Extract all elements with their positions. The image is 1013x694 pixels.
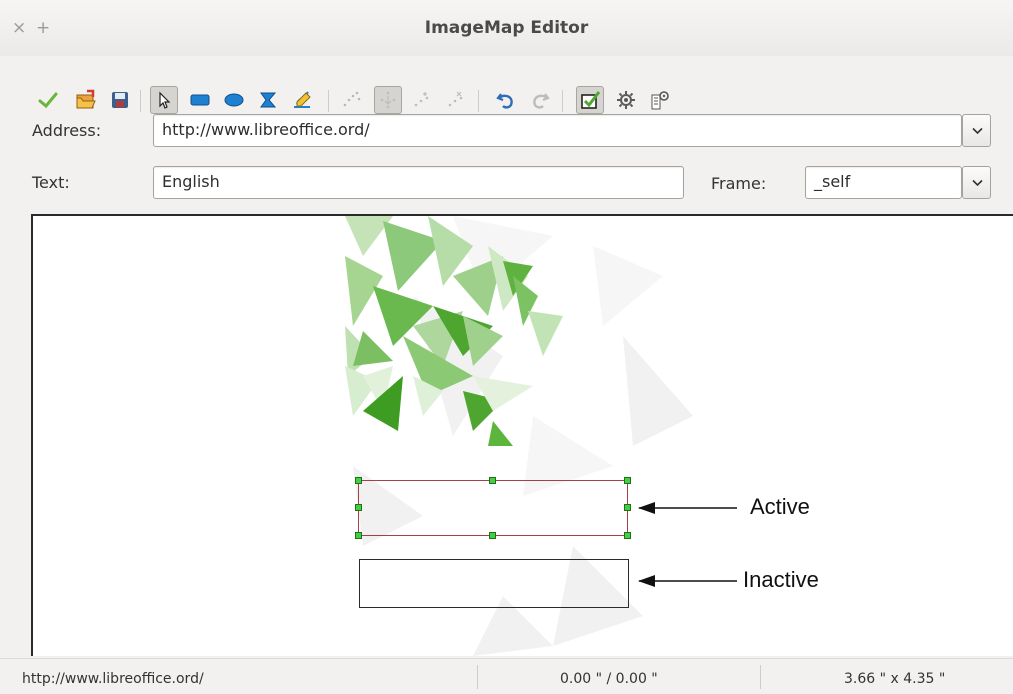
- edit-points-icon: [343, 91, 361, 107]
- resize-handle[interactable]: [489, 532, 496, 539]
- toolbar-separator: [562, 90, 563, 112]
- insert-points-button[interactable]: [408, 86, 436, 114]
- frame-field[interactable]: _self: [805, 166, 962, 199]
- apply-button[interactable]: [34, 86, 62, 114]
- status-url: http://www.libreoffice.ord/: [22, 671, 204, 687]
- status-bar: http://www.libreoffice.ord/ 0.00 " / 0.0…: [0, 658, 1013, 694]
- resize-handle[interactable]: [489, 477, 496, 484]
- frame-dropdown-button[interactable]: [962, 166, 991, 199]
- ellipse-icon: [224, 93, 244, 107]
- resize-handle[interactable]: [355, 504, 362, 511]
- undo-button[interactable]: [492, 86, 520, 114]
- toolbar-separator: [140, 90, 141, 112]
- freeform-polygon-button[interactable]: [288, 86, 316, 114]
- address-dropdown-button[interactable]: [962, 114, 991, 147]
- active-annotation: Active: [750, 494, 810, 519]
- window-title: ImageMap Editor: [424, 18, 589, 38]
- properties-button[interactable]: [646, 86, 674, 114]
- resize-handle[interactable]: [624, 532, 631, 539]
- macro-icon: [617, 91, 635, 109]
- status-size: 3.66 " x 4.35 ": [844, 671, 946, 687]
- delete-points-button[interactable]: [442, 86, 470, 114]
- chevron-down-icon: [972, 127, 983, 135]
- redo-button[interactable]: [526, 86, 554, 114]
- text-label: Text:: [32, 173, 70, 192]
- resize-handle[interactable]: [355, 532, 362, 539]
- save-icon: [112, 92, 128, 108]
- inactive-annotation: Inactive: [743, 567, 819, 592]
- ellipse-button[interactable]: [220, 86, 248, 114]
- move-points-icon: [380, 91, 396, 109]
- rectangle-button[interactable]: [186, 86, 214, 114]
- resize-handle[interactable]: [624, 504, 631, 511]
- annotation-arrows: [638, 502, 737, 587]
- polygon-icon: [260, 92, 277, 108]
- address-field[interactable]: http://www.libreoffice.ord/: [153, 114, 962, 147]
- toolbar-separator: [328, 90, 329, 112]
- delete-points-icon: [448, 91, 463, 107]
- select-icon: [159, 91, 171, 109]
- active-button[interactable]: [576, 86, 604, 114]
- address-label: Address:: [32, 121, 102, 140]
- title-bar: × + ImageMap Editor: [0, 0, 1013, 56]
- move-points-button[interactable]: [374, 86, 402, 114]
- apply-icon: [38, 92, 58, 109]
- undo-icon: [496, 93, 513, 109]
- status-divider: [477, 665, 478, 689]
- rectangle-icon: [190, 94, 210, 106]
- text-field[interactable]: English: [153, 166, 684, 199]
- redo-icon: [533, 93, 550, 109]
- insert-points-icon: [414, 92, 429, 107]
- image-canvas[interactable]: Active Inactive: [31, 214, 1013, 656]
- status-divider: [760, 665, 761, 689]
- resize-handle[interactable]: [624, 477, 631, 484]
- polygon-button[interactable]: [254, 86, 282, 114]
- freeform-polygon-icon: [294, 91, 311, 108]
- properties-icon: [651, 91, 669, 110]
- resize-handle[interactable]: [355, 477, 362, 484]
- chevron-down-icon: [972, 179, 983, 187]
- edit-points-button[interactable]: [338, 86, 366, 114]
- open-button[interactable]: [72, 86, 100, 114]
- macro-button[interactable]: [612, 86, 640, 114]
- select-button[interactable]: [150, 86, 178, 114]
- frame-label: Frame:: [711, 174, 767, 193]
- inactive-hotspot[interactable]: [359, 559, 629, 608]
- status-position: 0.00 " / 0.00 ": [560, 671, 658, 687]
- toolbar-separator: [478, 90, 479, 112]
- open-icon: [76, 89, 96, 109]
- save-button[interactable]: [106, 86, 134, 114]
- active-icon: [581, 91, 601, 109]
- active-hotspot[interactable]: [358, 480, 628, 536]
